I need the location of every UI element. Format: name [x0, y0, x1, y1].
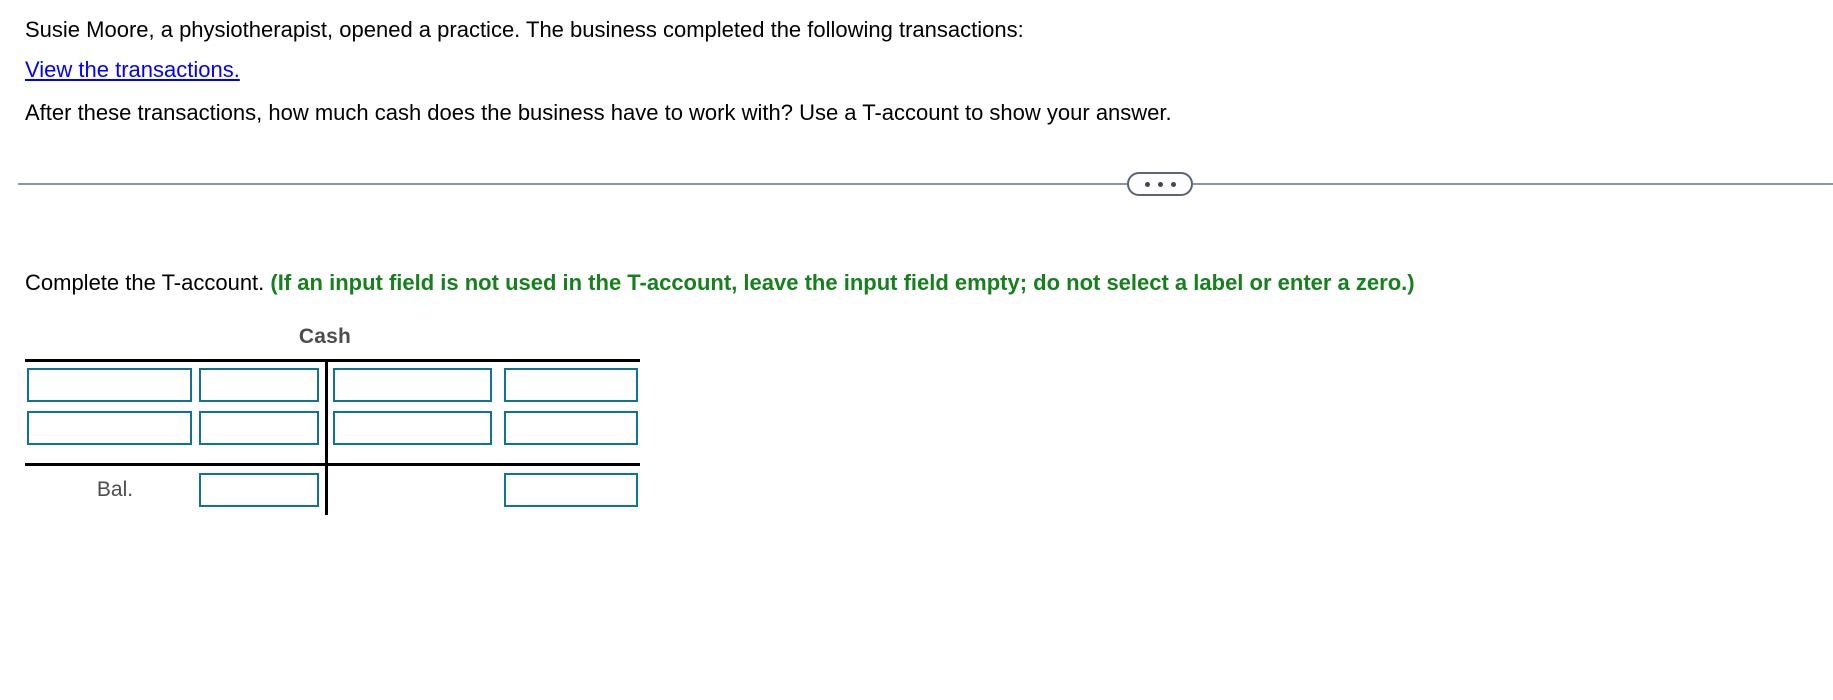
ellipsis-dot	[1170, 181, 1176, 187]
t-account-top-rule	[25, 359, 640, 362]
view-transactions-row: View the transactions.	[25, 50, 1815, 93]
credit-row-2-amount-input[interactable]	[504, 411, 638, 445]
debit-row-2-label-input[interactable]	[27, 411, 192, 445]
instruction-prompt: Complete the T-account.	[25, 270, 265, 295]
credit-balance-input[interactable]	[504, 473, 638, 507]
debit-row-1-amount-input[interactable]	[199, 368, 319, 402]
debit-balance-input[interactable]	[199, 473, 319, 507]
t-account-bottom-rule	[25, 463, 640, 466]
view-transactions-link[interactable]: View the transactions.	[25, 57, 240, 82]
debit-row-2-amount-input[interactable]	[199, 411, 319, 445]
ellipsis-dot	[1157, 181, 1163, 187]
credit-row-2-label-input[interactable]	[333, 411, 492, 445]
credit-row-1-amount-input[interactable]	[504, 368, 638, 402]
debit-row-1-label-input[interactable]	[27, 368, 192, 402]
credit-row-1-label-input[interactable]	[333, 368, 492, 402]
t-account-title: Cash	[298, 325, 352, 348]
instruction-hint: (If an input field is not used in the T-…	[270, 270, 1415, 295]
divider-rule	[18, 183, 1833, 185]
problem-intro-text: Susie Moore, a physiotherapist, opened a…	[25, 17, 1024, 42]
problem-question-text: After these transactions, how much cash …	[25, 100, 1172, 125]
balance-label: Bal.	[96, 478, 134, 501]
ellipsis-icon[interactable]	[1127, 172, 1193, 196]
section-divider	[0, 168, 1833, 200]
t-account: Cash Bal.	[0, 325, 700, 535]
instruction-line: Complete the T-account. (If an input fie…	[25, 268, 1415, 298]
problem-statement: Susie Moore, a physiotherapist, opened a…	[25, 10, 1815, 133]
t-account-vertical-divider	[325, 359, 328, 515]
ellipsis-dot	[1144, 181, 1150, 187]
